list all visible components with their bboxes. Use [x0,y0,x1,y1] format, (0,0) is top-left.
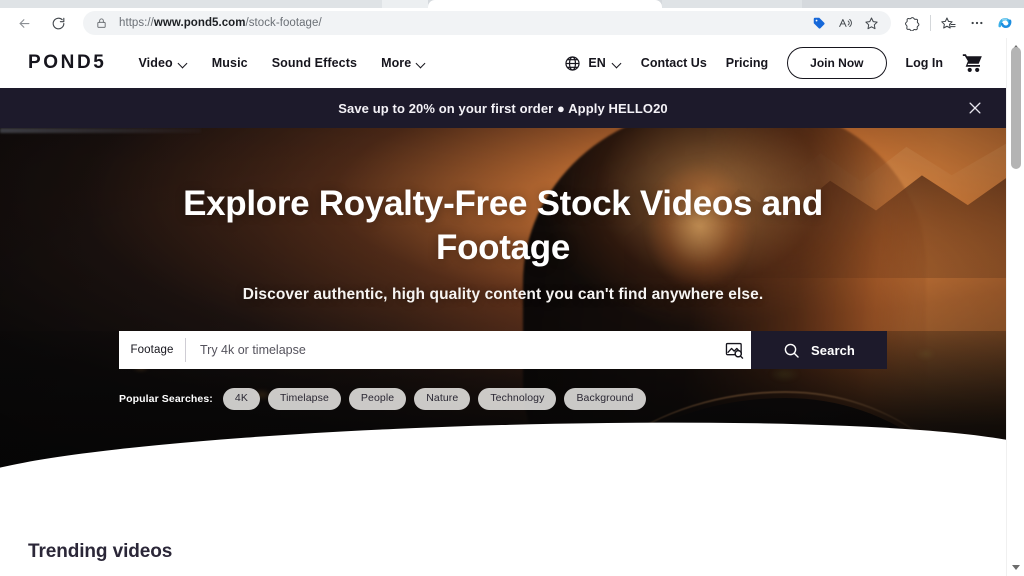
hero-section: Explore Royalty-Free Stock Videos and Fo… [0,128,1006,503]
active-tab[interactable] [428,0,662,8]
popular-tag-people[interactable]: People [348,388,407,410]
price-tag-icon[interactable] [807,12,831,34]
chevron-down-icon [613,59,622,68]
tab-strip-gap [382,0,428,8]
copilot-icon[interactable] [991,10,1018,36]
promo-banner: Save up to 20% on your first order ● App… [0,88,1006,128]
main-navigation: Video Music Sound Effects More [138,56,426,70]
chevron-down-icon [417,59,426,68]
join-now-button[interactable]: Join Now [787,47,887,79]
site-header: POND5 Video Music Sound Effects More EN … [0,38,1006,88]
hero-subtitle: Discover authentic, high quality content… [242,286,764,304]
read-aloud-icon[interactable] [833,12,857,34]
nav-item-video[interactable]: Video [138,56,187,70]
hero-content: Explore Royalty-Free Stock Videos and Fo… [0,128,1006,410]
header-right-actions: EN Contact Us Pricing Join Now Log In [564,47,1006,79]
nav-item-more[interactable]: More [381,56,426,70]
nav-label-more: More [381,56,412,70]
page-viewport: POND5 Video Music Sound Effects More EN … [0,38,1024,576]
close-icon[interactable] [966,99,984,117]
tab-strip [0,0,1024,8]
back-button[interactable] [9,10,39,36]
pond5-page: POND5 Video Music Sound Effects More EN … [0,38,1006,576]
popular-searches-label: Popular Searches: [119,393,213,405]
background-tab-right[interactable] [662,0,802,8]
nav-label-sound-effects: Sound Effects [271,56,358,70]
background-tab-left[interactable] [0,0,382,8]
search-icon [784,343,799,358]
search-bar: Footage Try 4k or timelapse Search [119,331,887,370]
shopping-cart-icon[interactable] [962,54,984,73]
section-title: Trending videos [28,541,173,562]
back-arrow-icon [19,18,29,28]
scrollbar-thumb[interactable] [1011,47,1021,169]
popular-tag-background[interactable]: Background [564,388,646,410]
chevron-down-icon [179,59,188,68]
popular-tag-nature[interactable]: Nature [414,388,471,410]
toolbar-right-actions [899,10,1024,36]
nav-label-video: Video [138,56,173,70]
pricing-link[interactable]: Pricing [726,56,768,70]
address-bar[interactable]: https://www.pond5.com/stock-footage/ [83,11,891,35]
nav-label-music: Music [211,56,248,70]
address-bar-actions [807,12,885,34]
image-search-icon[interactable] [717,342,751,359]
popular-searches: Popular Searches: 4K Timelapse People Na… [119,388,887,410]
favorite-star-icon[interactable] [859,12,883,34]
contact-us-link[interactable]: Contact Us [641,56,707,70]
pond5-logo[interactable]: POND5 [28,52,106,74]
globe-icon [564,55,581,72]
search-button-label: Search [811,342,855,358]
page-scrollbar[interactable] [1006,38,1024,576]
popular-tag-technology[interactable]: Technology [478,388,557,410]
promo-text: Save up to 20% on your first order ● App… [338,100,668,116]
trending-videos-section: Trending videos [0,503,1006,563]
hero-title: Explore Royalty-Free Stock Videos and Fo… [183,184,823,268]
search-button[interactable]: Search [751,331,887,370]
nav-item-music[interactable]: Music [212,56,248,70]
log-in-link[interactable]: Log In [906,56,944,70]
url-text: https://www.pond5.com/stock-footage/ [119,17,322,29]
nav-item-sound-effects[interactable]: Sound Effects [272,56,357,70]
browser-toolbar: https://www.pond5.com/stock-footage/ [0,8,1024,38]
search-field-group: Footage [119,331,751,370]
language-code: EN [588,56,606,70]
language-selector[interactable]: EN [564,55,621,72]
reload-icon [52,17,64,29]
reload-button[interactable] [43,10,73,36]
browser-window: https://www.pond5.com/stock-footage/ PON… [0,0,1024,576]
popular-tag-4k[interactable]: 4K [222,388,260,410]
lock-icon [94,16,108,30]
collections-icon[interactable] [935,10,962,36]
ellipsis-menu-icon[interactable] [963,10,990,36]
search-type-selector[interactable]: Footage [119,344,185,356]
scroll-down-arrow[interactable] [1007,558,1024,576]
search-input[interactable] [186,331,717,370]
browser-essentials-icon[interactable] [899,10,926,36]
toolbar-divider [930,15,931,31]
popular-tag-timelapse[interactable]: Timelapse [267,388,341,410]
